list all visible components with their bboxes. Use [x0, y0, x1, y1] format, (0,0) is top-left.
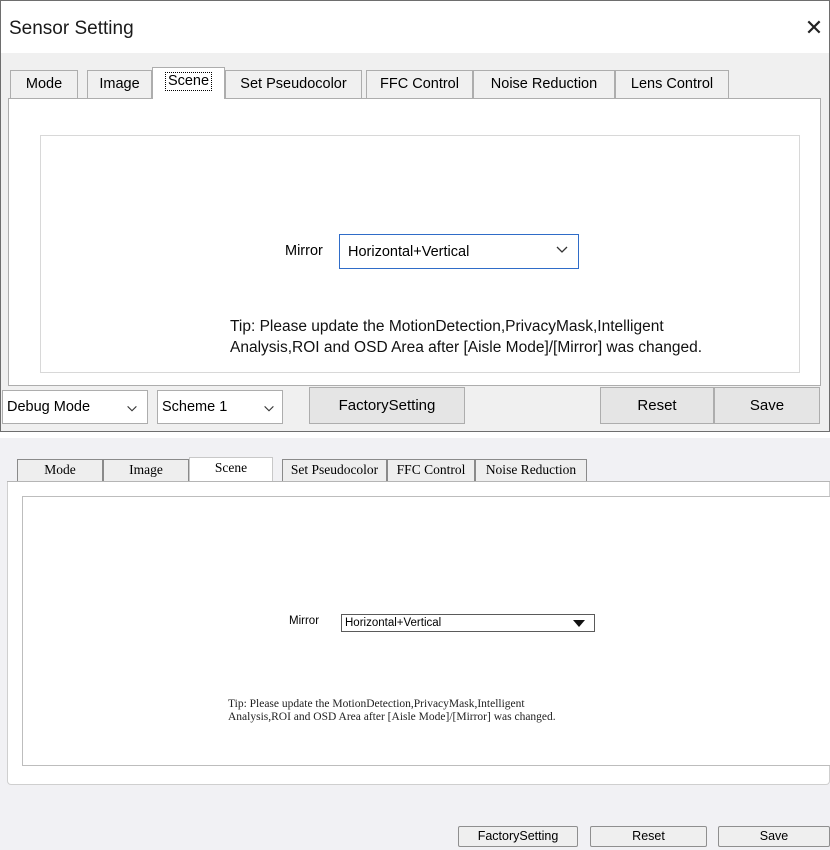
tab-set-pseudocolor[interactable]: Set Pseudocolor — [282, 459, 387, 481]
tab-mode[interactable]: Mode — [10, 70, 78, 98]
mirror-select[interactable]: Horizontal+Vertical — [341, 614, 595, 632]
mirror-select[interactable]: Horizontal+Vertical — [339, 234, 579, 269]
reset-button[interactable]: Reset — [590, 826, 707, 847]
save-button[interactable]: Save — [714, 387, 820, 424]
mirror-select-value: Horizontal+Vertical — [348, 244, 470, 260]
tab-ffc-control[interactable]: FFC Control — [366, 70, 473, 98]
chevron-down-icon — [127, 405, 137, 412]
tab-ffc-control[interactable]: FFC Control — [387, 459, 475, 481]
factory-setting-button[interactable]: FactorySetting — [309, 387, 465, 424]
save-button[interactable]: Save — [718, 826, 830, 847]
tip-text: Tip: Please update the MotionDetection,P… — [230, 316, 790, 358]
tab-noise-reduction[interactable]: Noise Reduction — [475, 459, 587, 481]
tab-lens-control[interactable]: Lens Control — [615, 70, 729, 98]
reset-button[interactable]: Reset — [600, 387, 714, 424]
dialog-title: Sensor Setting — [9, 18, 134, 39]
debug-mode-select[interactable]: Debug Mode — [2, 390, 148, 424]
mirror-select-value: Horizontal+Vertical — [345, 617, 442, 629]
title-bar: Sensor Setting ✕ — [1, 1, 829, 53]
scheme-value: Scheme 1 — [162, 399, 228, 415]
tip-line-2: Analysis,ROI and OSD Area after [Aisle M… — [230, 339, 703, 356]
tab-image[interactable]: Image — [87, 70, 152, 98]
mirror-label: Mirror — [289, 615, 320, 627]
debug-mode-value: Debug Mode — [7, 399, 91, 415]
tab-image[interactable]: Image — [103, 459, 189, 481]
tip-line-1: Tip: Please update the MotionDetection,P… — [228, 698, 525, 710]
factory-setting-button[interactable]: FactorySetting — [458, 826, 578, 847]
close-icon[interactable]: ✕ — [801, 15, 827, 41]
tip-line-2: Analysis,ROI and OSD Area after [Aisle M… — [228, 711, 556, 723]
tab-scene[interactable]: Scene — [152, 67, 225, 99]
tip-line-1: Tip: Please update the MotionDetection,P… — [230, 318, 664, 335]
tab-set-pseudocolor[interactable]: Set Pseudocolor — [225, 70, 362, 98]
tab-scene[interactable]: Scene — [189, 457, 273, 481]
mirror-label: Mirror — [285, 243, 323, 259]
tip-text: Tip: Please update the MotionDetection,P… — [228, 698, 648, 724]
scheme-select[interactable]: Scheme 1 — [157, 390, 283, 424]
tab-scene-label: Scene — [164, 72, 213, 91]
tab-mode[interactable]: Mode — [17, 459, 103, 481]
caret-down-icon — [573, 620, 585, 627]
tab-noise-reduction[interactable]: Noise Reduction — [473, 70, 615, 98]
chevron-down-icon — [264, 405, 274, 412]
chevron-down-icon — [556, 246, 568, 253]
